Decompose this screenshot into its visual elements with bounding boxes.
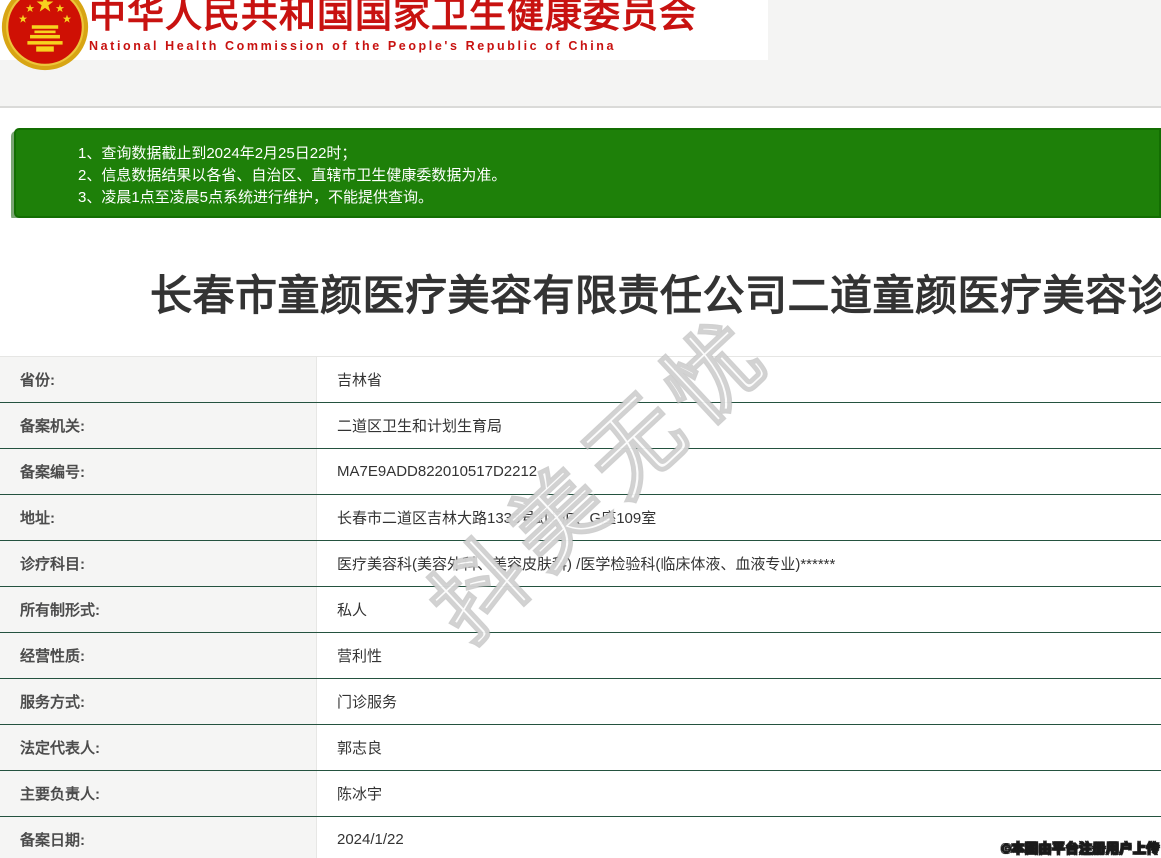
table-row-service-mode: 服务方式: 门诊服务 xyxy=(0,679,1161,725)
table-row-clinical-departments: 诊疗科目: 医疗美容科(美容外科、美容皮肤科) /医学检验科(临床体液、血液专业… xyxy=(0,541,1161,587)
national-emblem-icon xyxy=(1,0,89,71)
field-value: 二道区卫生和计划生育局 xyxy=(317,403,1161,448)
field-label: 诊疗科目: xyxy=(0,541,317,586)
field-value: 吉林省 xyxy=(317,357,1161,402)
site-title-cn: 中华人民共和国国家卫生健康委员会 xyxy=(89,0,697,35)
field-value: 医疗美容科(美容外科、美容皮肤科) /医学检验科(临床体液、血液专业)*****… xyxy=(317,541,1161,586)
notice-box: 1、查询数据截止到2024年2月25日22时； 2、信息数据结果以各省、自治区、… xyxy=(14,128,1161,218)
field-value: 私人 xyxy=(317,587,1161,632)
field-label: 备案编号: xyxy=(0,449,317,494)
site-titles: 中华人民共和国国家卫生健康委员会 National Health Commiss… xyxy=(89,0,697,53)
notice-item-3: 3、凌晨1点至凌晨5点系统进行维护，不能提供查询。 xyxy=(78,187,1149,209)
table-row-legal-representative: 法定代表人: 郭志良 xyxy=(0,725,1161,771)
top-header-band: 中华人民共和国国家卫生健康委员会 National Health Commiss… xyxy=(0,0,1161,108)
field-value: MA7E9ADD822010517D2212 xyxy=(317,449,1161,494)
record-title-area: 长春市童颜医疗美容有限责任公司二道童颜医疗美容诊所 xyxy=(0,218,1161,356)
field-value: 门诊服务 xyxy=(317,679,1161,724)
field-value: 陈冰宇 xyxy=(317,771,1161,816)
table-row-principal-person: 主要负责人: 陈冰宇 xyxy=(0,771,1161,817)
field-label: 备案机关: xyxy=(0,403,317,448)
field-value: 营利性 xyxy=(317,633,1161,678)
field-label: 所有制形式: xyxy=(0,587,317,632)
table-row-filing-date: 备案日期: 2024/1/22 xyxy=(0,817,1161,858)
field-value: 长春市二道区吉林大路1333号虹场F、G座109室 xyxy=(317,495,1161,540)
table-row-ownership-form: 所有制形式: 私人 xyxy=(0,587,1161,633)
site-title-en: National Health Commission of the People… xyxy=(89,39,697,53)
field-label: 服务方式: xyxy=(0,679,317,724)
field-value: 郭志良 xyxy=(317,725,1161,770)
field-label: 经营性质: xyxy=(0,633,317,678)
record-info-table: 省份: 吉林省 备案机关: 二道区卫生和计划生育局 备案编号: MA7E9ADD… xyxy=(0,356,1161,858)
record-title: 长春市童颜医疗美容有限责任公司二道童颜医疗美容诊所 xyxy=(150,262,1161,323)
table-row-province: 省份: 吉林省 xyxy=(0,357,1161,403)
field-label: 法定代表人: xyxy=(0,725,317,770)
photo-credit-watermark: ©本图由平台注册用户上传 xyxy=(1001,838,1160,857)
field-label: 主要负责人: xyxy=(0,771,317,816)
field-label: 省份: xyxy=(0,357,317,402)
site-header: 中华人民共和国国家卫生健康委员会 National Health Commiss… xyxy=(0,0,768,60)
field-label: 备案日期: xyxy=(0,817,317,858)
notice-item-1: 1、查询数据截止到2024年2月25日22时； xyxy=(78,143,1149,165)
table-row-filing-authority: 备案机关: 二道区卫生和计划生育局 xyxy=(0,403,1161,449)
notice-item-2: 2、信息数据结果以各省、自治区、直辖市卫生健康委数据为准。 xyxy=(78,165,1149,187)
table-row-operation-nature: 经营性质: 营利性 xyxy=(0,633,1161,679)
table-row-address: 地址: 长春市二道区吉林大路1333号虹场F、G座109室 xyxy=(0,495,1161,541)
page: 中华人民共和国国家卫生健康委员会 National Health Commiss… xyxy=(0,0,1161,858)
field-label: 地址: xyxy=(0,495,317,540)
table-row-filing-number: 备案编号: MA7E9ADD822010517D2212 xyxy=(0,449,1161,495)
